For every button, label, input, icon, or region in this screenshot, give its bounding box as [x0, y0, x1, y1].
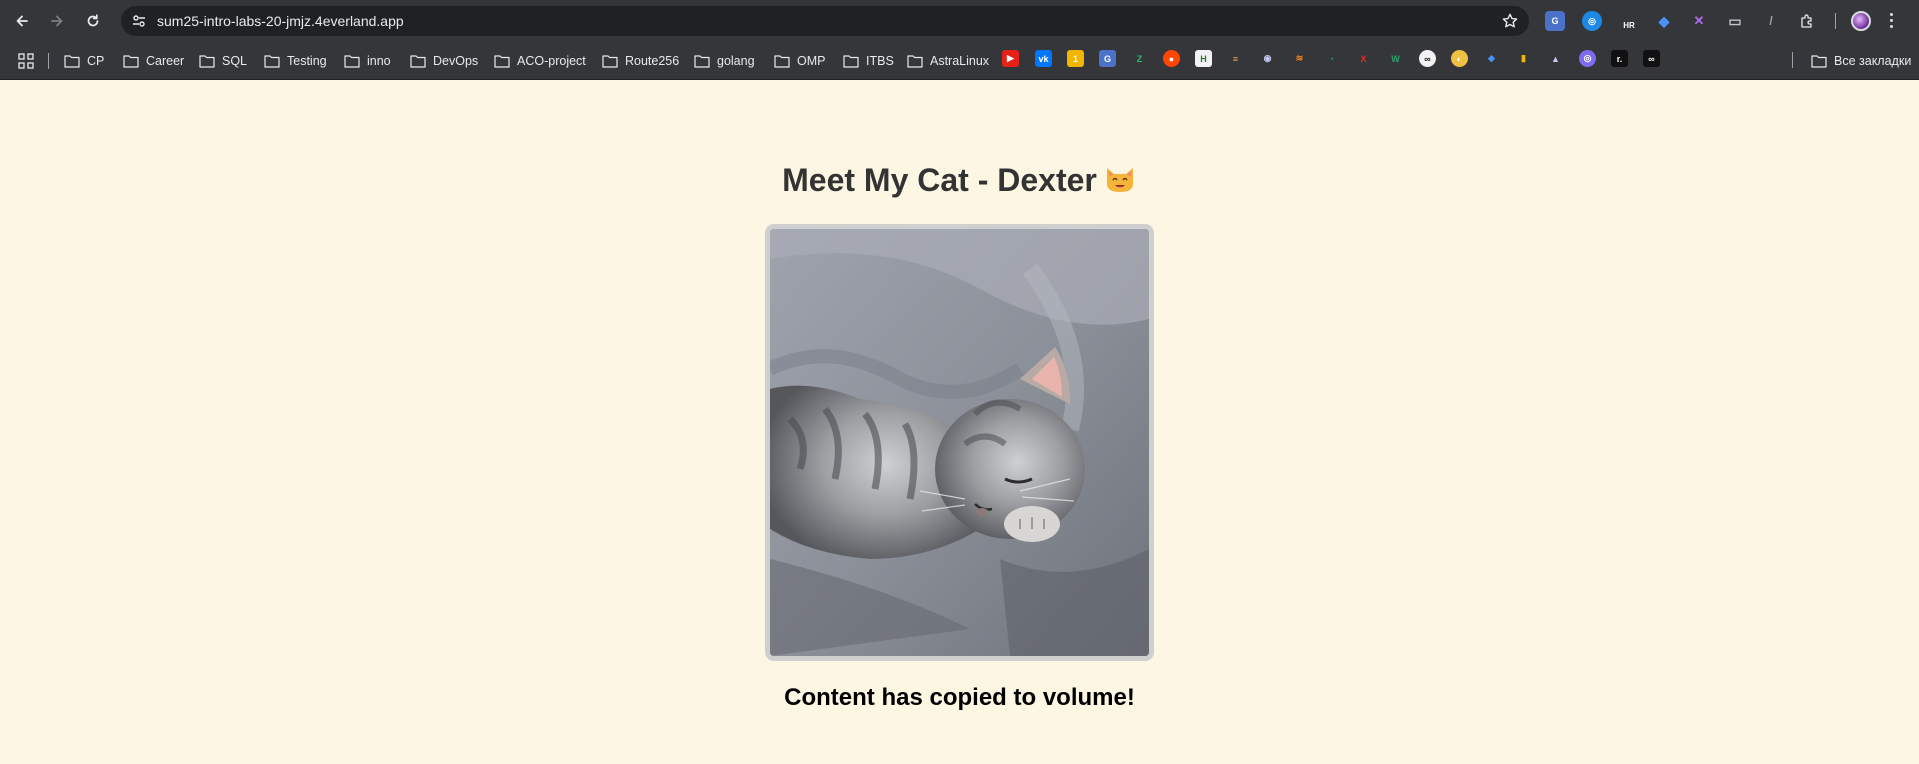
translate-favicon-icon[interactable]: G	[1099, 50, 1116, 67]
bookmarks-bar: CP Career SQL Testing inno DevOps ACO-pr…	[0, 42, 1919, 80]
folder-icon	[64, 55, 80, 68]
bookmark-folder-career[interactable]: Career	[123, 51, 184, 71]
all-bookmarks-folder[interactable]: Все закладки	[1811, 51, 1911, 71]
green-square-favicon-icon[interactable]: H	[1195, 50, 1212, 67]
bookmark-label: AstraLinux	[930, 54, 990, 68]
vk-favicon-icon[interactable]: vk	[1035, 50, 1052, 67]
bookmark-label: OMP	[797, 54, 826, 68]
red-x-favicon-icon[interactable]: X	[1355, 50, 1372, 67]
bookmark-star-icon[interactable]	[1501, 12, 1519, 30]
graduation-cap-favicon-icon[interactable]: ▲	[1547, 50, 1564, 67]
apps-grid-icon[interactable]	[18, 53, 34, 69]
graduation-extension-icon[interactable]: ◆	[1654, 11, 1674, 31]
bookmark-folder-itbs[interactable]: ITBS	[843, 51, 894, 71]
arrow-right-icon	[51, 15, 63, 27]
green-w-favicon-icon[interactable]: W	[1387, 50, 1404, 67]
bookmark-folder-golang[interactable]: golang	[694, 51, 755, 71]
bookmark-label: Route256	[625, 54, 680, 68]
folder-icon	[410, 55, 426, 68]
url-text[interactable]: sum25-intro-labs-20-jmjz.4everland.app	[157, 13, 404, 29]
sync-extension-icon[interactable]: ◎	[1582, 11, 1602, 31]
bookmark-label: Career	[146, 54, 185, 68]
folder-icon	[264, 55, 280, 68]
bar-chart-favicon-icon[interactable]: ▮	[1515, 50, 1532, 67]
green-circle-favicon-icon[interactable]: ◔	[1323, 50, 1340, 67]
bookmark-label: CP	[87, 54, 105, 68]
folder-icon	[494, 55, 510, 68]
folder-icon	[602, 55, 618, 68]
page-title: Meet My Cat - Dexter	[0, 162, 1919, 199]
bookmark-folder-testing[interactable]: Testing	[264, 51, 327, 71]
game-favicon-icon[interactable]: ◉	[1259, 50, 1276, 67]
document-extension-icon[interactable]: ▭	[1725, 11, 1745, 31]
bookmark-folder-omp[interactable]: OMP	[774, 51, 825, 71]
forward-button[interactable]	[44, 8, 70, 34]
wand-extension-icon[interactable]: /	[1761, 11, 1781, 31]
all-bookmarks-label: Все закладки	[1834, 54, 1912, 68]
black-infinity-favicon-icon[interactable]: ∞	[1643, 50, 1660, 67]
folder-icon	[344, 55, 360, 68]
bookmark-folder-inno[interactable]: inno	[344, 51, 391, 71]
status-message: Content has copied to volume!	[784, 684, 1135, 711]
translate-extension-icon[interactable]: G	[1545, 11, 1565, 31]
bookmark-label: inno	[367, 54, 391, 68]
cat-photo	[765, 224, 1154, 661]
page-title-text: Meet My Cat - Dexter	[782, 162, 1097, 198]
yellow-circle-favicon-icon[interactable]: ◐	[1451, 50, 1468, 67]
bookmark-folder-cp[interactable]: CP	[64, 51, 104, 71]
bookmark-label: ACO-project	[517, 54, 586, 68]
bookmarks-end-separator	[1792, 52, 1793, 68]
bookmarks-separator	[48, 53, 49, 69]
purple-extension-icon[interactable]: ✕	[1689, 11, 1709, 31]
browser-toolbar: sum25-intro-labs-20-jmjz.4everland.app G…	[0, 0, 1919, 42]
bookmark-label: ITBS	[866, 54, 894, 68]
stackoverflow-favicon-icon[interactable]: ≋	[1291, 50, 1308, 67]
folder-icon	[907, 55, 923, 68]
back-button[interactable]	[9, 8, 35, 34]
reddit-favicon-icon[interactable]: ●	[1163, 50, 1180, 67]
hr-badge-label: HR	[1623, 20, 1635, 30]
bookmark-folder-aco-project[interactable]: ACO-project	[494, 51, 586, 71]
bookmark-label: Testing	[287, 54, 327, 68]
folder-icon	[123, 55, 139, 68]
browser-menu-icon[interactable]	[1890, 13, 1894, 29]
bookmark-label: SQL	[222, 54, 248, 68]
folder-icon	[199, 55, 215, 68]
bookmark-label: DevOps	[433, 54, 479, 68]
cat-face-icon	[1106, 168, 1133, 192]
hr-extension-icon[interactable]: HR	[1619, 11, 1639, 31]
sleeping-kitten-image	[770, 229, 1149, 656]
site-settings-icon[interactable]	[129, 11, 149, 31]
profile-avatar[interactable]	[1851, 11, 1871, 31]
link-favicon-icon[interactable]: ∞	[1419, 50, 1436, 67]
purple-circle-favicon-icon[interactable]: ◎	[1579, 50, 1596, 67]
reload-button[interactable]	[80, 8, 106, 34]
orange-favicon-icon[interactable]: ≡	[1227, 50, 1244, 67]
arrow-left-icon	[16, 15, 28, 27]
extensions-puzzle-icon[interactable]	[1797, 11, 1817, 31]
reload-icon	[87, 14, 99, 27]
yellow-favicon-icon[interactable]: 1	[1067, 50, 1084, 67]
bookmark-label: golang	[717, 54, 755, 68]
folder-icon	[774, 55, 790, 68]
bookmark-folder-route256[interactable]: Route256	[602, 51, 679, 71]
youtube-favicon-icon[interactable]: ▶	[1002, 50, 1019, 67]
green-chart-favicon-icon[interactable]: Z	[1131, 50, 1148, 67]
bookmark-folder-astralinux[interactable]: AstraLinux	[907, 51, 989, 71]
bookmark-folder-sql[interactable]: SQL	[199, 51, 247, 71]
address-bar[interactable]: sum25-intro-labs-20-jmjz.4everland.app	[121, 6, 1529, 36]
blue-hat-favicon-icon[interactable]: ◆	[1483, 50, 1500, 67]
bookmark-folder-devops[interactable]: DevOps	[410, 51, 478, 71]
folder-icon	[843, 55, 859, 68]
folder-icon	[694, 55, 710, 68]
folder-icon	[1811, 55, 1827, 68]
black-r-favicon-icon[interactable]: r.	[1611, 50, 1628, 67]
toolbar-separator	[1835, 13, 1836, 29]
